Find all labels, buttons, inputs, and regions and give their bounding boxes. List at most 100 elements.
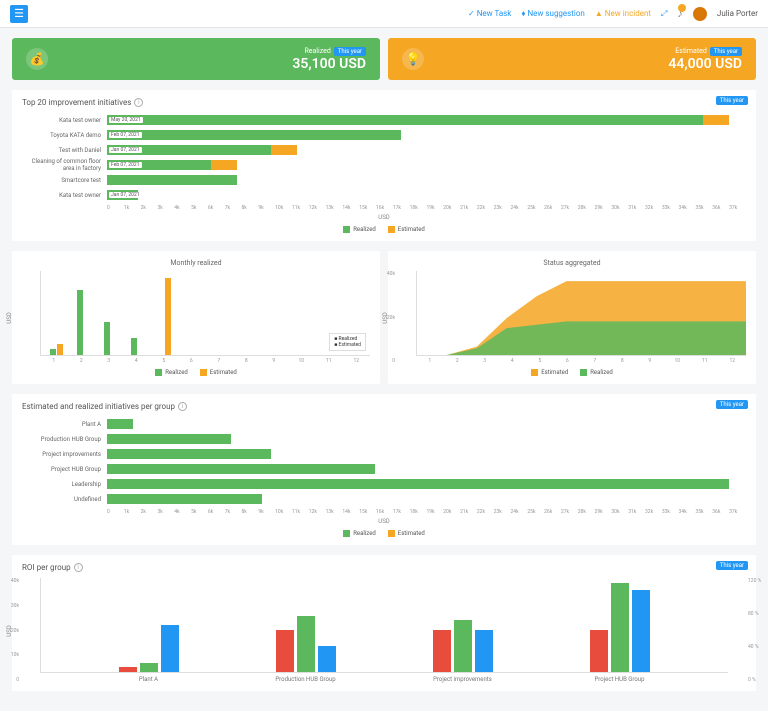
kpi-row: 💰 RealizedThis year 35,100 USD 💡 Estimat… — [12, 38, 756, 80]
date-badge: May 20, 2021 — [109, 117, 143, 123]
hbar-label: Kata test owner — [22, 117, 107, 124]
roi-group — [228, 578, 385, 672]
hbar-label: Cleaning of common floor area in factory — [22, 158, 107, 172]
panel-top20: Top 20 improvement initiativesi This yea… — [12, 90, 756, 241]
date-badge: Feb 07, 2021 — [109, 162, 142, 168]
legend-estimated: Estimated — [531, 369, 568, 376]
kpi-realized-label: Realized — [304, 47, 330, 55]
chart-roi — [40, 578, 728, 673]
legend-estimated: Estimated — [388, 530, 425, 537]
panel-per-group: Estimated and realized initiatives per g… — [12, 394, 756, 545]
hbar-row: Toyota KATA demoFeb 07, 2021 — [22, 128, 746, 142]
panel-roi-title: ROI per group — [22, 563, 71, 572]
notifications-button[interactable]: ♪ — [677, 7, 683, 20]
chart-per-group: Plant A Production HUB Group Project impro… — [22, 417, 746, 515]
y-axis-label: USD — [6, 312, 13, 323]
roi-group — [385, 578, 542, 672]
hbar-label: Leadership — [22, 481, 107, 488]
hbar-label: Production HUB Group — [22, 436, 107, 443]
hbar-label: Smartcore test — [22, 177, 107, 184]
roi-group — [71, 578, 228, 672]
hbar-label: Project HUB Group — [22, 466, 107, 473]
date-badge: Jan 07, 2021 — [109, 192, 142, 198]
roi-group — [541, 578, 698, 672]
vbar-group — [289, 271, 312, 355]
chart-top20: Kata test ownerMay 20, 2021 Toyota KATA d… — [22, 113, 746, 211]
hbar-track — [107, 464, 746, 474]
topbar: ☰ ✓New Task ♦New suggestion ▲New inciden… — [0, 0, 768, 28]
new-suggestion-label: New suggestion — [527, 9, 584, 18]
vbar-group — [126, 271, 149, 355]
hbar-track: May 20, 2021 — [107, 115, 746, 125]
info-icon[interactable]: i — [74, 563, 83, 572]
x-axis-label: USD — [22, 518, 746, 525]
x-axis: 01k2k3k4k5k6k7k8k9k10k11k12k13k14k15k16k… — [107, 205, 746, 211]
hbar-label: Project improvements — [22, 451, 107, 458]
legend-realized: Realized — [155, 369, 188, 376]
hbar-track: Jan 07, 2021 — [107, 145, 746, 155]
legend-estimated: Estimated — [388, 226, 425, 233]
hbar-track — [107, 175, 746, 185]
hamburger-icon: ☰ — [14, 7, 24, 20]
period-pill: This year — [334, 47, 366, 56]
kpi-realized: 💰 RealizedThis year 35,100 USD — [12, 38, 380, 80]
x-axis: 01k2k3k4k5k6k7k8k9k10k11k12k13k14k15k16k… — [107, 509, 746, 515]
hbar-row: Kata test ownerJan 07, 2021 — [22, 188, 746, 202]
hbar-row: Production HUB Group — [22, 432, 746, 446]
hbar-track — [107, 494, 746, 504]
panel-status-title: Status aggregated — [398, 259, 746, 267]
hbar-label: Undefined — [22, 496, 107, 503]
vbar-group — [99, 271, 122, 355]
legend-realized: Realized — [343, 530, 376, 537]
chart-status — [416, 271, 746, 356]
bulb-icon: ♦ — [521, 9, 525, 18]
money-bag-icon: 💰 — [26, 48, 48, 70]
roi-yticks: 40k30k20k10k0 — [4, 578, 19, 683]
vbar-group — [45, 271, 68, 355]
legend-box: ■ Realized ■ Estimated — [329, 333, 366, 351]
legend-estimated: Estimated — [200, 369, 237, 376]
hbar-label: Plant A — [22, 421, 107, 428]
hbar-track — [107, 419, 746, 429]
legend-realized: Realized — [580, 369, 613, 376]
menu-button[interactable]: ☰ — [10, 5, 28, 23]
check-icon: ✓ — [468, 9, 475, 18]
kpi-estimated: 💡 EstimatedThis year 44,000 USD — [388, 38, 756, 80]
panel-per-group-title: Estimated and realized initiatives per g… — [22, 402, 175, 411]
new-task-link[interactable]: ✓New Task — [468, 9, 511, 18]
hbar-row: Test with DanielJan 07, 2021 — [22, 143, 746, 157]
vbar-group — [153, 271, 176, 355]
new-suggestion-link[interactable]: ♦New suggestion — [521, 9, 584, 18]
panel-top20-title: Top 20 improvement initiatives — [22, 98, 131, 107]
panel-monthly-title: Monthly realized — [22, 259, 370, 267]
hbar-row: Plant A — [22, 417, 746, 431]
panel-status: Status aggregated USD 40k20k0 1234567891… — [388, 251, 756, 384]
date-badge: Feb 07, 2021 — [109, 132, 142, 138]
info-icon[interactable]: i — [134, 98, 143, 107]
topbar-actions: ✓New Task ♦New suggestion ▲New incident … — [468, 7, 758, 21]
legend: Realized Estimated — [22, 530, 746, 537]
kpi-estimated-value: 44,000 USD — [668, 56, 742, 72]
date-badge: Jan 07, 2021 — [109, 147, 142, 153]
panel-monthly: Monthly realized USD ■ Realized ■ Estima… — [12, 251, 380, 384]
new-incident-link[interactable]: ▲New incident — [595, 9, 651, 18]
vbar-group — [72, 271, 95, 355]
period-pill: This year — [716, 96, 748, 105]
hbar-track: Feb 07, 2021 — [107, 160, 746, 170]
hbar-track — [107, 434, 746, 444]
info-icon[interactable]: i — [178, 402, 187, 411]
vbar-group — [180, 271, 203, 355]
notification-badge — [678, 4, 686, 12]
chart-monthly: ■ Realized ■ Estimated — [40, 271, 370, 356]
hbar-row: Cleaning of common floor area in factory… — [22, 158, 746, 172]
legend: Estimated Realized — [398, 369, 746, 376]
hbar-row: Leadership — [22, 477, 746, 491]
vbar-group — [207, 271, 230, 355]
legend-realized: Realized — [343, 226, 376, 233]
avatar[interactable] — [693, 7, 707, 21]
roi-yticks-right: 120 %80 %40 %0 % — [748, 578, 766, 683]
expand-link[interactable]: ⤢ — [661, 9, 667, 19]
period-pill: This year — [716, 400, 748, 409]
hbar-label: Toyota KATA demo — [22, 132, 107, 139]
hbar-row: Project HUB Group — [22, 462, 746, 476]
